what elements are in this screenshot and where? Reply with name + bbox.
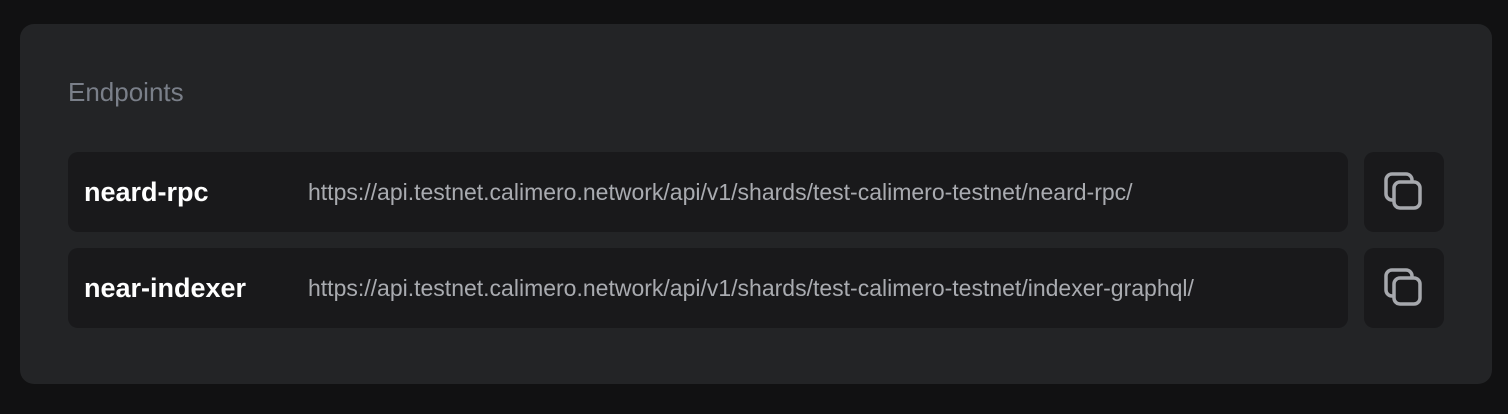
endpoint-row-near-indexer: near-indexer https://api.testnet.calimer… <box>68 248 1348 328</box>
copy-icon <box>1382 266 1426 310</box>
endpoints-panel: Endpoints neard-rpc https://api.testnet.… <box>20 24 1492 384</box>
copy-button-neard-rpc[interactable] <box>1364 152 1444 232</box>
endpoint-url[interactable]: https://api.testnet.calimero.network/api… <box>308 275 1194 302</box>
copy-icon <box>1382 170 1426 214</box>
section-title: Endpoints <box>68 77 184 107</box>
endpoint-name: near-indexer <box>84 272 247 303</box>
endpoint-url[interactable]: https://api.testnet.calimero.network/api… <box>308 179 1133 206</box>
copy-button-near-indexer[interactable] <box>1364 248 1444 328</box>
endpoint-name: neard-rpc <box>84 176 209 207</box>
endpoint-row-neard-rpc: neard-rpc https://api.testnet.calimero.n… <box>68 152 1348 232</box>
